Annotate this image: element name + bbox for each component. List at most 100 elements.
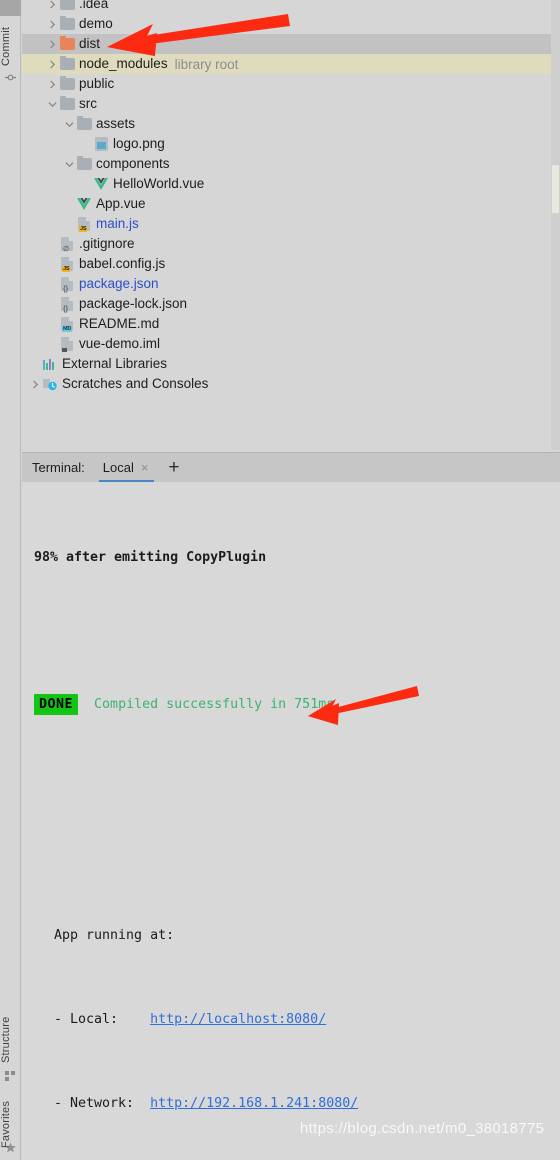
close-icon[interactable]: × bbox=[141, 461, 149, 474]
local-label: - Local: bbox=[54, 1012, 119, 1027]
git-badge: ∅ bbox=[63, 246, 69, 253]
iml-badge bbox=[62, 348, 67, 352]
network-url-link[interactable]: http://192.168.1.241:8080/ bbox=[150, 1096, 358, 1111]
tree-row-vue-demo-iml[interactable]: vue-demo.iml bbox=[22, 334, 560, 354]
tree-no-chevron bbox=[46, 254, 59, 274]
tree-scrollbar-thumb[interactable] bbox=[552, 165, 559, 213]
tree-row-icon bbox=[76, 116, 92, 132]
tree-row-app-vue[interactable]: App.vue bbox=[22, 194, 560, 214]
tree-scrollbar-track[interactable] bbox=[551, 0, 560, 450]
tree-row-icon bbox=[93, 136, 109, 152]
terminal-line-app-running: App running at: bbox=[54, 928, 175, 943]
tree-row-node-modules[interactable]: node_modules library root bbox=[22, 54, 560, 74]
tree-row-label: public bbox=[79, 76, 115, 91]
tree-no-chevron bbox=[46, 274, 59, 294]
external-libraries-icon bbox=[43, 358, 57, 370]
tree-row-components[interactable]: components bbox=[22, 154, 560, 174]
tree-row-public[interactable]: public bbox=[22, 74, 560, 94]
add-terminal-tab-button[interactable]: + bbox=[168, 458, 179, 477]
tree-row-icon: ∅ bbox=[59, 236, 75, 253]
tree-row-label: App.vue bbox=[96, 196, 146, 211]
tree-row-assets[interactable]: assets bbox=[22, 114, 560, 134]
terminal-line-compiled-dev: DONE Compiled successfully in 751ms bbox=[22, 694, 560, 715]
tree-row-idea[interactable]: .idea bbox=[22, 0, 560, 14]
tree-row-label: package-lock.json bbox=[79, 296, 188, 311]
tree-row-package-lock-json[interactable]: {} package-lock.json bbox=[22, 294, 560, 314]
tree-row-main-js[interactable]: JS main.js bbox=[22, 214, 560, 234]
tree-row-label: dist bbox=[79, 36, 101, 51]
json-file-icon: {} bbox=[61, 277, 73, 293]
chevron-down-icon[interactable] bbox=[63, 154, 76, 174]
json-file-icon: {} bbox=[61, 297, 73, 313]
tree-row-package-json[interactable]: {} package.json bbox=[22, 274, 560, 294]
chevron-right-icon[interactable] bbox=[46, 0, 59, 14]
tree-row-icon bbox=[59, 36, 75, 52]
tree-row-icon bbox=[42, 376, 58, 392]
tree-row-demo[interactable]: demo bbox=[22, 14, 560, 34]
tree-row-label: README.md bbox=[79, 316, 160, 331]
network-label: - Network: bbox=[54, 1096, 135, 1111]
tree-row-icon: {} bbox=[59, 276, 75, 293]
tree-row-label: logo.png bbox=[113, 136, 165, 151]
tree-row-suffix: library root bbox=[174, 56, 239, 72]
chevron-right-icon[interactable] bbox=[29, 374, 42, 394]
chevron-down-icon[interactable] bbox=[63, 114, 76, 134]
js-badge: JS bbox=[79, 226, 88, 232]
chevron-right-icon[interactable] bbox=[46, 34, 59, 54]
tree-row-icon bbox=[59, 56, 75, 72]
tree-row-icon bbox=[59, 16, 75, 32]
tree-row-helloworld-vue[interactable]: HelloWorld.vue bbox=[22, 174, 560, 194]
tree-row-src[interactable]: src bbox=[22, 94, 560, 114]
tree-row-logo-png[interactable]: logo.png bbox=[22, 134, 560, 154]
tree-row-label: External Libraries bbox=[62, 356, 168, 371]
tool-window-commit[interactable]: Commit bbox=[0, 6, 21, 66]
tree-row-scratches-and-consoles[interactable]: Scratches and Consoles bbox=[22, 374, 560, 394]
tool-window-favorites[interactable]: Favorites bbox=[0, 1078, 21, 1148]
tool-window-structure[interactable]: Structure bbox=[0, 995, 21, 1063]
local-url-link[interactable]: http://localhost:8080/ bbox=[150, 1012, 326, 1027]
done-badge: DONE bbox=[34, 694, 79, 715]
tree-row-label: package.json bbox=[79, 276, 159, 291]
folder-orange-icon bbox=[59, 36, 75, 50]
js-file-icon: JS bbox=[78, 217, 90, 232]
tree-row-label: HelloWorld.vue bbox=[113, 176, 205, 191]
tree-no-chevron bbox=[80, 174, 93, 194]
scratches-icon bbox=[43, 377, 57, 391]
folder-icon bbox=[59, 96, 75, 110]
tree-row-external-libraries[interactable]: External Libraries bbox=[22, 354, 560, 374]
terminal-tab-bar: Terminal: Local × + bbox=[22, 452, 560, 483]
chevron-right-icon[interactable] bbox=[46, 74, 59, 94]
js-badge: JS bbox=[62, 266, 71, 272]
commit-icon bbox=[5, 70, 16, 81]
chevron-down-icon[interactable] bbox=[46, 94, 59, 114]
tree-no-chevron bbox=[63, 214, 76, 234]
terminal-tab-local[interactable]: Local × bbox=[98, 453, 155, 483]
terminal-title: Terminal: bbox=[32, 460, 85, 475]
vue-file-icon bbox=[77, 198, 91, 210]
project-tree-panel[interactable]: .idea demo dist node_modules library root pub… bbox=[22, 0, 560, 450]
tree-row-label: assets bbox=[96, 116, 136, 131]
folder-icon bbox=[59, 56, 75, 70]
md-badge: MD bbox=[62, 326, 73, 332]
gitignore-file-icon: ∅ bbox=[61, 237, 73, 253]
chevron-right-icon[interactable] bbox=[46, 54, 59, 74]
tree-row-gitignore[interactable]: ∅ .gitignore bbox=[22, 234, 560, 254]
terminal-output[interactable]: 98% after emitting CopyPlugin DONE Compi… bbox=[22, 482, 560, 1160]
tree-row-babel-config-js[interactable]: JS babel.config.js bbox=[22, 254, 560, 274]
folder-icon bbox=[76, 116, 92, 130]
tree-row-dist[interactable]: dist bbox=[22, 34, 560, 54]
tree-row-readme-md[interactable]: MD README.md bbox=[22, 314, 560, 334]
chevron-right-icon[interactable] bbox=[46, 14, 59, 34]
tree-row-label: components bbox=[96, 156, 170, 171]
